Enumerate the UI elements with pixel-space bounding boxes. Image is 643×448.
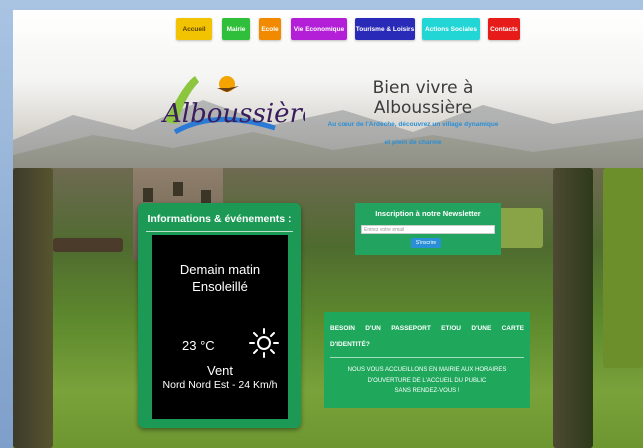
nav-actions-sociales[interactable]: Actions Sociales: [422, 18, 480, 40]
nav-ecole[interactable]: Ecole: [259, 18, 281, 40]
info-panel-title: Informations & événements :: [147, 213, 292, 225]
wind-value: Nord Nord Est - 24 Km/h: [162, 379, 278, 391]
passport-title-line-2: D'IDENTITÉ?: [330, 341, 370, 348]
newsletter-title: Inscription à notre Newsletter: [375, 209, 481, 218]
forecast-sky: Ensoleillé: [192, 279, 248, 294]
alboussiere-logo[interactable]: Alboussière: [155, 64, 305, 144]
forecast-period: Demain matin: [179, 262, 261, 277]
web-page: Accueil Mairie Ecole Vie Economique Tour…: [13, 10, 643, 448]
divider: [330, 357, 524, 358]
site-tagline: Bien vivre à Alboussière: [372, 78, 474, 118]
forecast-temperature: 23 °C: [182, 338, 215, 353]
site-subtitle: Au cœur de l'Ardèche, découvrez un villa…: [315, 116, 511, 152]
main-nav: Accueil Mairie Ecole Vie Economique Tour…: [13, 18, 643, 42]
passport-text-line-1: NOUS VOUS ACCUEILLONS EN MAIRIE AUX HORA…: [347, 367, 507, 373]
passport-text-line-2: D'OUVERTURE DE L'ACCUEIL DU PUBLIC: [367, 377, 487, 384]
nav-mairie[interactable]: Mairie: [222, 18, 250, 40]
newsletter-subscribe-button[interactable]: S'inscrire: [411, 238, 441, 248]
subtitle-line-1: Au cœur de l'Ardèche, découvrez un villa…: [327, 121, 499, 128]
logo-wordmark: Alboussière: [161, 99, 305, 129]
info-events-panel: Informations & événements : Demain matin…: [138, 203, 301, 428]
wind-label: Vent: [206, 363, 234, 378]
passport-text-line-3: SANS RENDEZ-VOUS !: [394, 388, 460, 394]
nav-vie-economique[interactable]: Vie Economique: [291, 18, 347, 40]
nav-contacts[interactable]: Contacts: [488, 18, 520, 40]
sun-icon: [249, 328, 279, 358]
subtitle-line-2: et plein de charme: [384, 139, 442, 146]
weather-widget: Demain matin Ensoleillé 23 °C Vent Nord …: [152, 235, 288, 419]
nav-tourisme-loisirs[interactable]: Tourisme & Loisirs: [355, 18, 415, 40]
header: Accueil Mairie Ecole Vie Economique Tour…: [13, 10, 643, 168]
passport-text: NOUS VOUS ACCUEILLONS EN MAIRIE AUX HORA…: [324, 365, 530, 397]
divider: [146, 231, 293, 232]
newsletter-box: Inscription à notre Newsletter Entrez vo…: [355, 203, 501, 255]
passport-notice: BESOIN D'UN PASSEPORT ET/OU D'UNE CARTE …: [324, 312, 530, 408]
newsletter-email-input[interactable]: Entrez votre email: [361, 225, 495, 234]
nav-accueil[interactable]: Accueil: [176, 18, 212, 40]
passport-title-line-1: BESOIN D'UN PASSEPORT ET/OU D'UNE CARTE: [330, 325, 524, 332]
